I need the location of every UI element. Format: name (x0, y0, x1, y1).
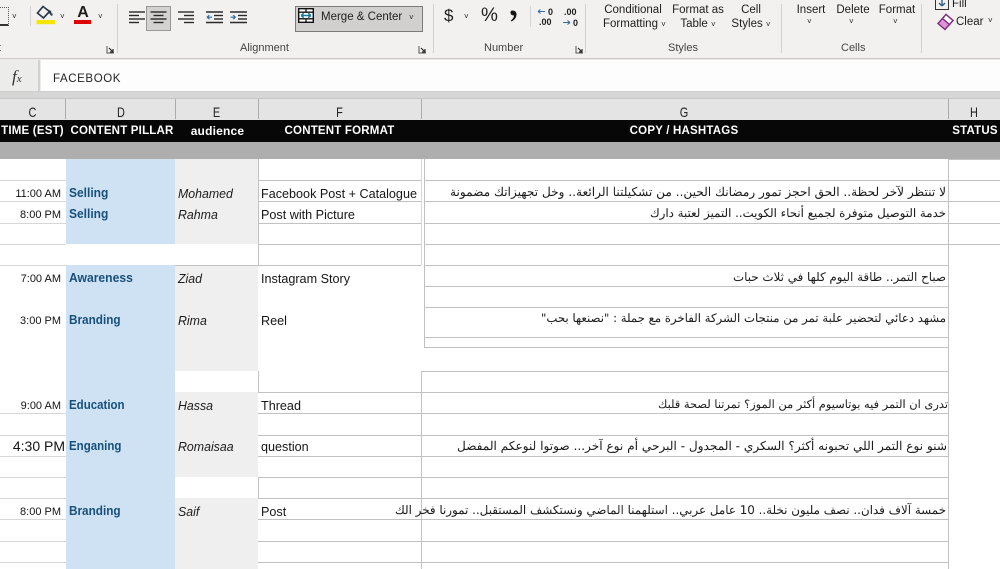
svg-text:0: 0 (548, 7, 553, 17)
svg-text:0: 0 (573, 18, 578, 27)
svg-text:.00: .00 (564, 7, 577, 17)
svg-text:.00: .00 (539, 17, 552, 27)
